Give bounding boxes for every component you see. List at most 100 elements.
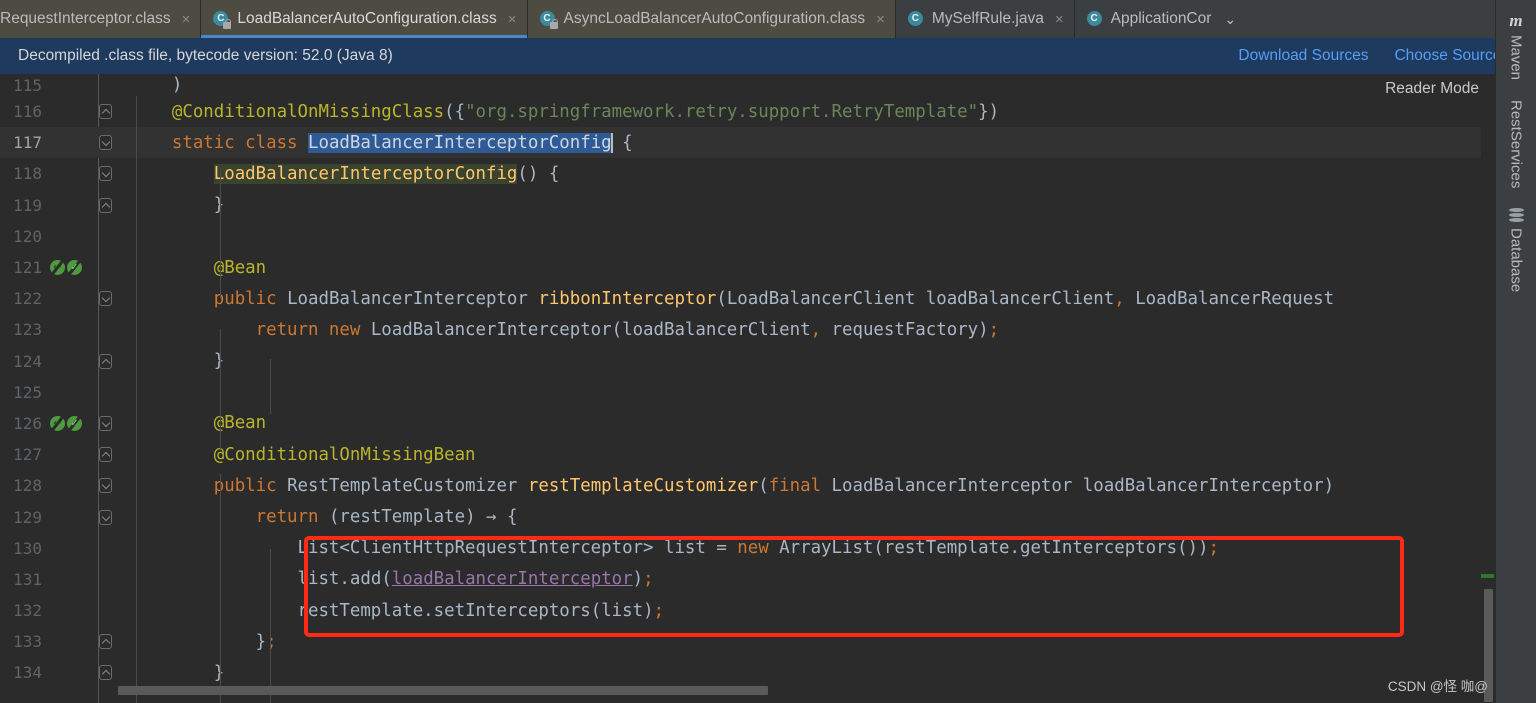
close-icon[interactable]: × xyxy=(508,12,517,27)
class-icon: C xyxy=(540,11,557,28)
tab-async-loadbalancer-autoconfiguration[interactable]: C AsyncLoadBalancerAutoConfiguration.cla… xyxy=(528,0,896,38)
fold-marker[interactable] xyxy=(92,166,118,181)
code-line-current: 117 static class LoadBalancerInterceptor… xyxy=(0,127,1536,158)
code-text: return new LoadBalancerInterceptor(loadB… xyxy=(118,320,1536,340)
watermark: CSDN @怪 咖@ xyxy=(1388,675,1488,695)
line-number: 116 xyxy=(0,102,46,121)
code-text: ) xyxy=(118,75,1536,95)
code-text: LoadBalancerInterceptorConfig() { xyxy=(118,164,1536,184)
tool-window-restservices[interactable]: RestServices xyxy=(1508,94,1525,194)
code-text: @ConditionalOnMissingBean xyxy=(118,445,1536,465)
code-line: 121 ← ✓ @Bean xyxy=(0,252,1536,283)
line-number: 122 xyxy=(0,289,46,308)
close-icon[interactable]: × xyxy=(876,12,885,27)
fold-marker[interactable] xyxy=(92,354,118,369)
fold-marker[interactable] xyxy=(92,104,118,119)
reader-mode-strip: Reader Mode xyxy=(1385,74,1495,104)
code-line: 123 return new LoadBalancerInterceptor(l… xyxy=(0,314,1536,345)
line-number: 131 xyxy=(0,570,46,589)
right-tool-window-bar: m Maven RestServices Database xyxy=(1495,0,1536,703)
fold-marker[interactable] xyxy=(92,416,118,431)
class-icon: C xyxy=(1087,11,1104,28)
selected-identifier: LoadBalancerInterceptorConfig xyxy=(308,133,612,153)
tool-window-label: Maven xyxy=(1508,35,1525,80)
close-icon[interactable]: × xyxy=(182,12,191,27)
line-number: 134 xyxy=(0,663,46,682)
line-number: 125 xyxy=(0,383,46,402)
code-line: 125 xyxy=(0,377,1536,408)
line-number: 118 xyxy=(0,164,46,183)
field-reference[interactable]: loadBalancerInterceptor xyxy=(392,569,633,589)
code-text: @ConditionalOnMissingClass({"org.springf… xyxy=(118,102,1536,122)
tool-window-maven[interactable]: m Maven xyxy=(1508,6,1525,86)
decompiled-notification-bar: Decompiled .class file, bytecode version… xyxy=(0,38,1536,74)
code-line: 133 }; xyxy=(0,626,1536,657)
vertical-scrollbar[interactable] xyxy=(1481,74,1495,703)
code-text: List<ClientHttpRequestInterceptor> list … xyxy=(118,538,1536,558)
bean-implemented-icon[interactable]: ✓ xyxy=(67,416,82,431)
class-icon: C xyxy=(908,11,925,28)
bean-override-icon[interactable]: ← xyxy=(50,260,65,275)
tool-window-database[interactable]: Database xyxy=(1508,202,1525,298)
tab-label: RequestInterceptor.class xyxy=(0,11,171,27)
indent-guide xyxy=(270,549,271,703)
code-scroll-viewport: 115 ) 116 @ConditionalOnMissingClass({"o… xyxy=(0,74,1536,703)
code-text: } xyxy=(118,663,1536,683)
fold-marker[interactable] xyxy=(92,291,118,306)
gutter-icons: ← ✓ xyxy=(46,260,92,275)
code-line: 126 ← ✓ @Bean xyxy=(0,408,1536,439)
code-text: }; xyxy=(118,632,1536,652)
tab-request-interceptor[interactable]: RequestInterceptor.class × xyxy=(0,0,201,38)
line-number: 123 xyxy=(0,320,46,339)
code-editor[interactable]: 115 ) 116 @ConditionalOnMissingClass({"o… xyxy=(0,74,1536,703)
code-line: 120 xyxy=(0,221,1536,252)
fold-marker[interactable] xyxy=(92,665,118,680)
tab-label: MySelfRule.java xyxy=(932,11,1044,27)
fold-marker[interactable] xyxy=(92,634,118,649)
chevron-down-icon[interactable]: ⌄ xyxy=(1224,11,1236,28)
ide-window: RequestInterceptor.class × C LoadBalance… xyxy=(0,0,1536,703)
code-text: list.add(loadBalancerInterceptor); xyxy=(118,569,1536,589)
horizontal-scrollbar[interactable] xyxy=(118,686,1448,695)
indent-guide xyxy=(220,474,221,703)
fold-marker[interactable] xyxy=(92,478,118,493)
download-sources-link[interactable]: Download Sources xyxy=(1238,47,1368,65)
maven-icon: m xyxy=(1509,12,1522,29)
class-icon: C xyxy=(213,11,230,28)
code-line: 131 list.add(loadBalancerInterceptor); xyxy=(0,564,1536,595)
line-number: 130 xyxy=(0,539,46,558)
code-line: 115 ) xyxy=(0,74,1536,96)
code-text: return (restTemplate) → { xyxy=(118,507,1536,527)
fold-marker[interactable] xyxy=(92,447,118,462)
fold-marker[interactable] xyxy=(92,135,118,150)
reader-mode-button[interactable]: Reader Mode xyxy=(1385,80,1479,98)
editor-tab-bar: RequestInterceptor.class × C LoadBalance… xyxy=(0,0,1536,38)
line-number: 129 xyxy=(0,508,46,527)
bean-override-icon[interactable]: ← xyxy=(50,416,65,431)
code-line: 132 restTemplate.setInterceptors(list); xyxy=(0,595,1536,626)
fold-marker[interactable] xyxy=(92,510,118,525)
tab-myselfrule[interactable]: C MySelfRule.java × xyxy=(896,0,1075,38)
line-number: 117 xyxy=(0,133,46,152)
indent-guide xyxy=(136,96,137,703)
code-line: 119 } xyxy=(0,190,1536,221)
line-number: 132 xyxy=(0,601,46,620)
horizontal-scrollbar-thumb[interactable] xyxy=(118,686,768,695)
line-number: 121 xyxy=(0,258,46,277)
close-icon[interactable]: × xyxy=(1055,12,1064,27)
tab-application-cor[interactable]: C ApplicationCor ⌄ xyxy=(1075,0,1247,38)
editor-area: 115 ) 116 @ConditionalOnMissingClass({"o… xyxy=(0,74,1536,703)
bean-implemented-icon[interactable]: ✓ xyxy=(67,260,82,275)
code-text: public LoadBalancerInterceptor ribbonInt… xyxy=(118,289,1536,309)
line-number: 120 xyxy=(0,227,46,246)
code-line: 116 @ConditionalOnMissingClass({"org.spr… xyxy=(0,96,1536,127)
code-text: public RestTemplateCustomizer restTempla… xyxy=(118,476,1536,496)
fold-marker[interactable] xyxy=(92,198,118,213)
line-number: 127 xyxy=(0,445,46,464)
code-line: 128 public RestTemplateCustomizer restTe… xyxy=(0,470,1536,501)
gutter-icons: ← ✓ xyxy=(46,416,92,431)
code-text: } xyxy=(118,351,1536,371)
tab-loadbalancer-autoconfiguration[interactable]: C LoadBalancerAutoConfiguration.class × xyxy=(201,0,527,38)
line-number: 119 xyxy=(0,196,46,215)
tool-window-label: RestServices xyxy=(1508,100,1525,188)
